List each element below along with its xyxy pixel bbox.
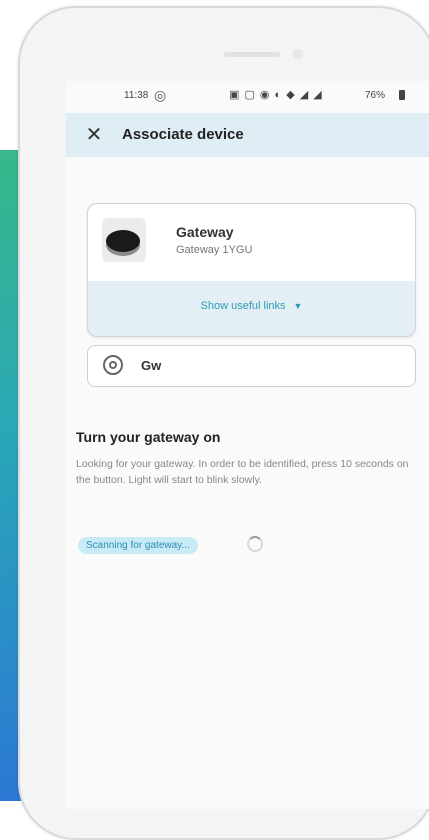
device-signal-icon <box>103 355 123 375</box>
useful-links-label: Show useful links <box>200 300 286 312</box>
show-useful-links-button[interactable]: Show useful links ▼ <box>88 300 415 312</box>
instructions-description: Looking for your gateway. In order to be… <box>76 458 409 486</box>
device-card-header: Gateway Gateway 1YGU <box>88 204 415 281</box>
battery-percentage: 76% <box>365 90 386 101</box>
gateway-puck-icon <box>106 230 140 252</box>
phone-frame: 11:38 ◎ ▣ ▢ ◉ ◐ ◆ ◢ ◢ 76% ✕ Associate de… <box>18 6 429 840</box>
phone-camera <box>293 49 303 59</box>
scanning-status-chip: Scanning for gateway... <box>78 537 198 554</box>
close-button[interactable]: ✕ <box>82 123 106 147</box>
device-card: Gateway Gateway 1YGU Show useful links ▼ <box>87 203 416 337</box>
battery-icon <box>399 90 405 100</box>
app-header: ✕ Associate device <box>66 113 429 157</box>
instructions-title: Turn your gateway on <box>76 429 221 445</box>
page-title: Associate device <box>122 126 244 143</box>
loading-spinner-icon <box>247 536 263 552</box>
phone-speaker <box>224 52 280 57</box>
app-screen: 11:38 ◎ ▣ ▢ ◉ ◐ ◆ ◢ ◢ 76% ✕ Associate de… <box>66 81 429 809</box>
chevron-down-icon: ▼ <box>293 301 303 311</box>
status-icons: ▣ ▢ ◉ ◐ ◆ ◢ ◢ <box>229 89 323 101</box>
device-name: Gateway <box>176 224 234 240</box>
status-time: 11:38 <box>124 90 149 101</box>
whatsapp-notification-icon: ◎ <box>154 87 167 103</box>
gateway-device-image <box>102 218 146 262</box>
device-name-value: Gw <box>141 358 162 373</box>
device-name-field[interactable]: Gw <box>87 345 416 387</box>
status-bar: 11:38 ◎ ▣ ▢ ◉ ◐ ◆ ◢ ◢ 76% <box>66 81 429 113</box>
device-model: Gateway 1YGU <box>176 244 253 256</box>
